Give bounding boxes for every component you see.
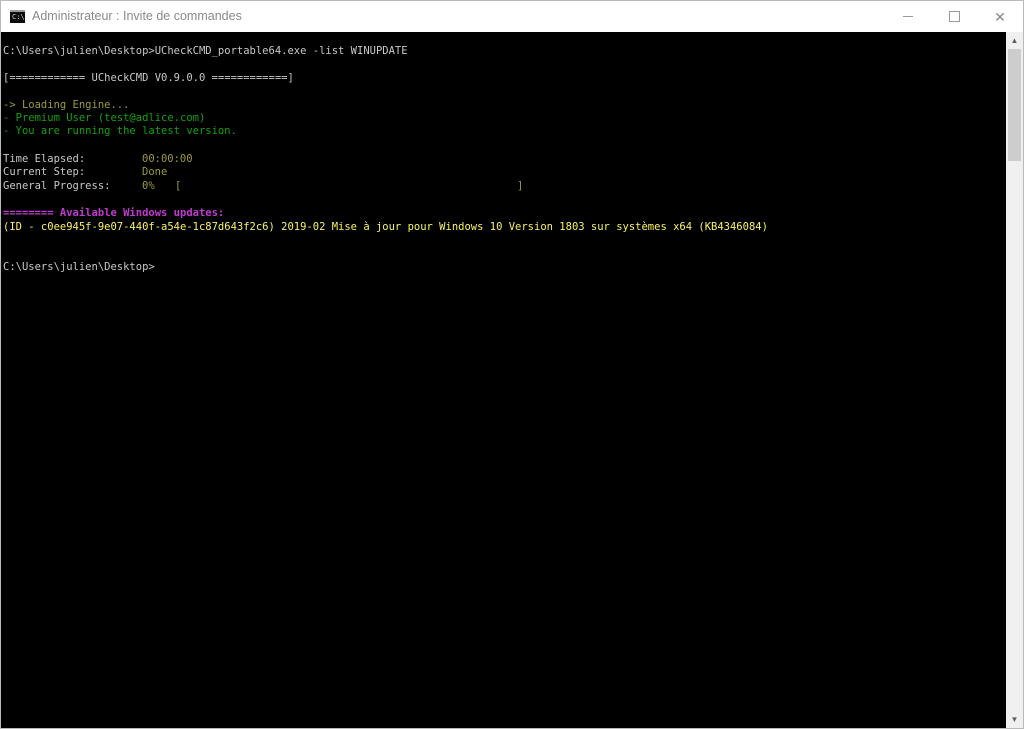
progress-bar-open: [ [175,180,182,192]
title-bar[interactable]: C:\ Administrateur : Invite de commandes… [1,1,1023,32]
close-button[interactable]: ✕ [977,1,1023,32]
time-elapsed-label: Time Elapsed: [3,153,86,165]
command-line: C:\Users\julien\Desktop>UCheckCMD_portab… [3,45,408,57]
status-line-user: - Premium User (test@adlice.com) [3,112,206,124]
update-entry: (ID - c0ee945f-9e07-440f-a54e-1c87d643f2… [3,221,768,233]
close-icon: ✕ [994,8,1006,25]
maximize-button[interactable] [931,1,977,32]
command-prompt: C:\Users\julien\Desktop> [3,261,155,273]
console-output[interactable]: C:\Users\julien\Desktop>UCheckCMD_portab… [1,32,1006,728]
window-title: Administrateur : Invite de commandes [32,9,242,23]
minimize-button[interactable] [885,1,931,32]
progress-bar-close: ] [517,180,524,192]
updates-header: ======== Available Windows updates: [3,207,225,219]
cmd-icon[interactable]: C:\ [10,10,25,23]
banner-line: [============ UCheckCMD V0.9.0.0 =======… [3,72,294,84]
minimize-icon [903,16,913,17]
vertical-scrollbar[interactable]: ▲ ▼ [1006,32,1023,728]
maximize-icon [948,11,960,22]
general-progress-label: General Progress: [3,180,111,192]
current-step-value: Done [142,166,168,178]
command-prompt-window: C:\ Administrateur : Invite de commandes… [0,0,1024,729]
general-progress-value: 0% [142,180,155,192]
status-line-version: - You are running the latest version. [3,125,237,137]
cmd-icon-glyph: C:\ [12,13,25,21]
current-step-label: Current Step: [3,166,86,178]
scroll-down-arrow-icon[interactable]: ▼ [1006,711,1023,728]
scroll-up-arrow-icon[interactable]: ▲ [1006,32,1023,49]
status-line-loading: -> Loading Engine... [3,99,130,111]
scroll-thumb[interactable] [1008,49,1021,161]
time-elapsed-value: 00:00:00 [142,153,193,165]
